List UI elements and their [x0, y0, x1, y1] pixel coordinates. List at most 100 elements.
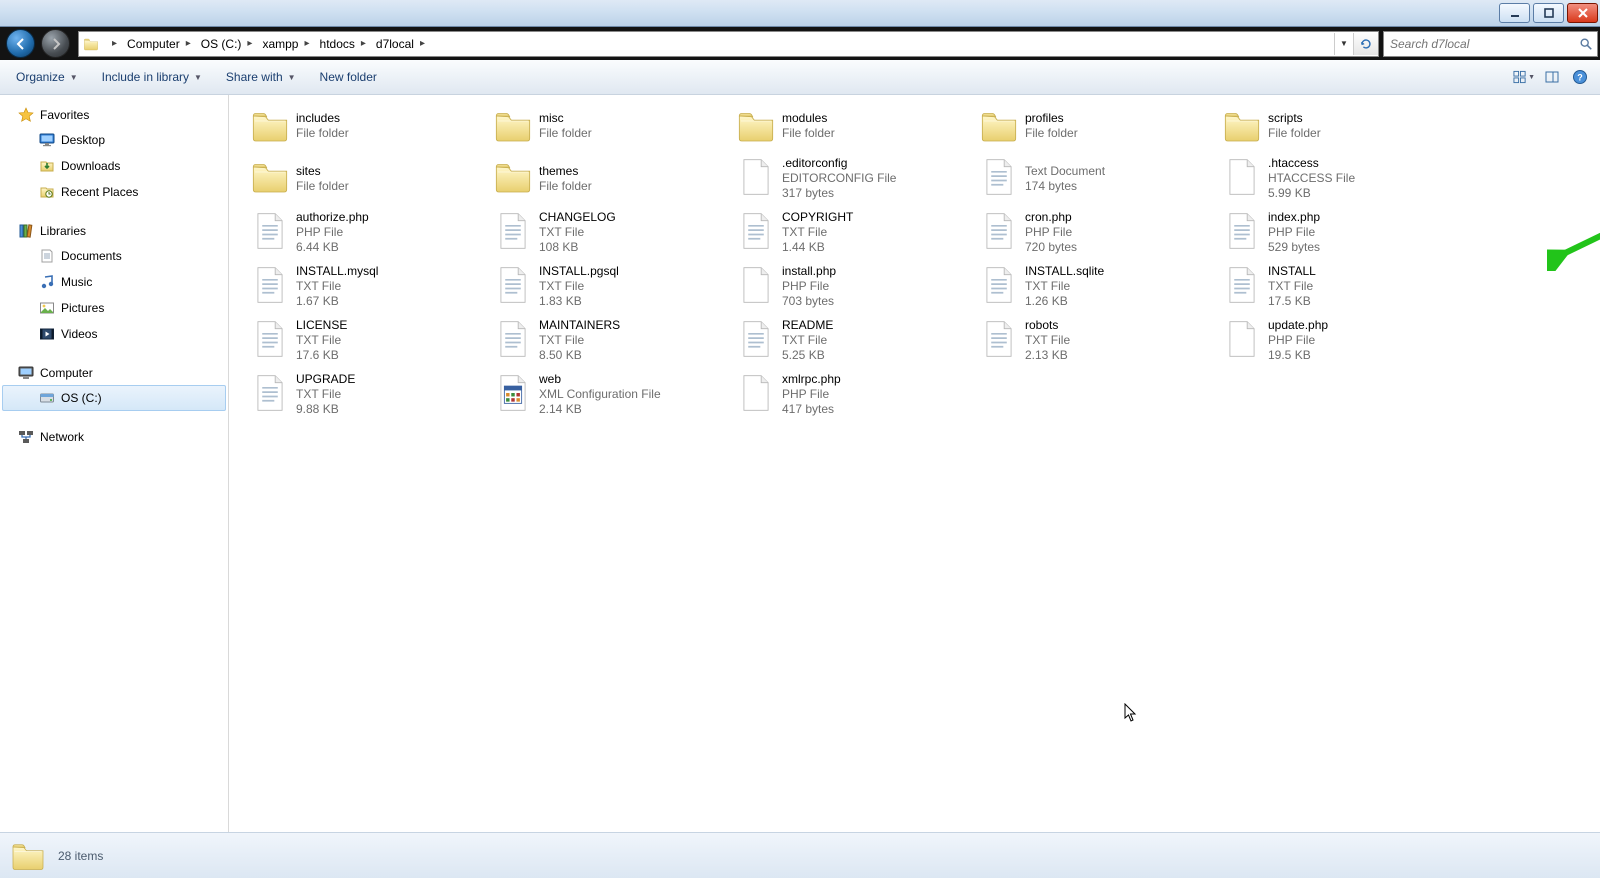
address-bar[interactable]: ▸ Computer▸ OS (C:)▸ xampp▸ htdocs▸ d7lo… [78, 31, 1379, 57]
sidebar-favorites-header[interactable]: Favorites [0, 103, 228, 127]
chevron-right-icon: ▸ [183, 38, 194, 49]
file-type: TXT File [782, 333, 833, 348]
back-button[interactable] [6, 29, 35, 58]
file-item[interactable]: xmlrpc.phpPHP File417 bytes [731, 368, 974, 421]
file-name: scripts [1268, 111, 1321, 126]
file-list[interactable]: includesFile foldermiscFile foldermodule… [229, 95, 1600, 832]
file-type: PHP File [296, 225, 369, 240]
file-size: 5.99 KB [1268, 186, 1355, 201]
library-icon [18, 223, 34, 239]
file-type: TXT File [539, 225, 616, 240]
close-button[interactable] [1567, 3, 1598, 23]
file-type: File folder [296, 126, 349, 141]
sidebar-item-desktop[interactable]: Desktop [2, 127, 226, 153]
search-icon[interactable] [1575, 37, 1597, 51]
file-size: 9.88 KB [296, 402, 355, 417]
folder-icon [250, 156, 290, 198]
folder-icon [1222, 105, 1262, 147]
file-item[interactable]: READMETXT File5.25 KB [731, 314, 974, 367]
file-type: TXT File [539, 333, 620, 348]
file-item[interactable]: Text Document174 bytes [974, 152, 1217, 205]
sidebar-item-os-c[interactable]: OS (C:) [2, 385, 226, 411]
file-item[interactable]: INSTALL.sqliteTXT File1.26 KB [974, 260, 1217, 313]
file-item[interactable]: modulesFile folder [731, 101, 974, 151]
file-type: TXT File [1025, 279, 1104, 294]
file-item[interactable]: LICENSETXT File17.6 KB [245, 314, 488, 367]
file-type: PHP File [1025, 225, 1077, 240]
drive-icon [39, 390, 55, 406]
search-input[interactable] [1384, 34, 1575, 54]
share-with-button[interactable]: Share with▼ [218, 65, 304, 89]
sidebar-item-pictures[interactable]: Pictures [2, 295, 226, 321]
sidebar-libraries-header[interactable]: Libraries [0, 219, 228, 243]
search-box[interactable] [1383, 31, 1598, 57]
file-type: PHP File [782, 387, 841, 402]
chevron-right-icon: ▸ [417, 38, 428, 49]
sidebar-item-music[interactable]: Music [2, 269, 226, 295]
file-icon [250, 264, 290, 306]
breadcrumb-computer[interactable]: Computer▸ [121, 32, 195, 56]
file-name: INSTALL.mysql [296, 264, 378, 279]
file-size: 2.14 KB [539, 402, 661, 417]
file-item[interactable]: install.phpPHP File703 bytes [731, 260, 974, 313]
file-icon [1222, 156, 1262, 198]
file-type: TXT File [296, 387, 355, 402]
file-item[interactable]: authorize.phpPHP File6.44 KB [245, 206, 488, 259]
sidebar-computer-header[interactable]: Computer [0, 361, 228, 385]
breadcrumb-d7local[interactable]: d7local▸ [370, 32, 429, 56]
file-item[interactable]: INSTALL.pgsqlTXT File1.83 KB [488, 260, 731, 313]
organize-button[interactable]: Organize▼ [8, 65, 86, 89]
file-item[interactable]: .editorconfigEDITORCONFIG File317 bytes [731, 152, 974, 205]
star-icon [18, 107, 34, 123]
file-type: HTACCESS File [1268, 171, 1355, 186]
file-item[interactable]: .htaccessHTACCESS File5.99 KB [1217, 152, 1460, 205]
file-item[interactable]: profilesFile folder [974, 101, 1217, 151]
refresh-button[interactable] [1353, 33, 1378, 55]
file-size: 1.26 KB [1025, 294, 1104, 309]
file-item[interactable]: INSTALL.mysqlTXT File1.67 KB [245, 260, 488, 313]
file-item[interactable]: update.phpPHP File19.5 KB [1217, 314, 1460, 367]
breadcrumb-drive[interactable]: OS (C:)▸ [195, 32, 257, 56]
breadcrumb-htdocs[interactable]: htdocs▸ [314, 32, 370, 56]
file-name: authorize.php [296, 210, 369, 225]
maximize-button[interactable] [1533, 3, 1564, 23]
file-item[interactable]: scriptsFile folder [1217, 101, 1460, 151]
address-history-button[interactable]: ▼ [1334, 33, 1353, 55]
file-item[interactable]: includesFile folder [245, 101, 488, 151]
file-item[interactable]: themesFile folder [488, 152, 731, 205]
computer-icon [18, 365, 34, 381]
forward-button[interactable] [41, 29, 70, 58]
file-item[interactable]: robotsTXT File2.13 KB [974, 314, 1217, 367]
file-item[interactable]: miscFile folder [488, 101, 731, 151]
sidebar-item-downloads[interactable]: Downloads [2, 153, 226, 179]
help-button[interactable] [1568, 65, 1592, 89]
breadcrumb-xampp[interactable]: xampp▸ [256, 32, 313, 56]
file-name: includes [296, 111, 349, 126]
file-item[interactable]: index.phpPHP File529 bytes [1217, 206, 1460, 259]
sidebar-item-documents[interactable]: Documents [2, 243, 226, 269]
chevron-down-icon: ▼ [288, 73, 296, 82]
file-item[interactable]: cron.phpPHP File720 bytes [974, 206, 1217, 259]
sidebar-item-recent-places[interactable]: Recent Places [2, 179, 226, 205]
cursor-icon [1124, 703, 1138, 723]
file-size: 317 bytes [782, 186, 896, 201]
sidebar-item-videos[interactable]: Videos [2, 321, 226, 347]
sidebar-network-header[interactable]: Network [0, 425, 228, 449]
file-item[interactable]: webXML Configuration File2.14 KB [488, 368, 731, 421]
new-folder-button[interactable]: New folder [312, 65, 385, 89]
file-item[interactable]: INSTALLTXT File17.5 KB [1217, 260, 1460, 313]
minimize-button[interactable] [1499, 3, 1530, 23]
file-item[interactable]: sitesFile folder [245, 152, 488, 205]
include-in-library-button[interactable]: Include in library▼ [94, 65, 210, 89]
music-icon [39, 274, 55, 290]
file-icon [1222, 264, 1262, 306]
file-item[interactable]: CHANGELOGTXT File108 KB [488, 206, 731, 259]
file-item[interactable]: MAINTAINERSTXT File8.50 KB [488, 314, 731, 367]
file-item[interactable]: UPGRADETXT File9.88 KB [245, 368, 488, 421]
file-icon [979, 210, 1019, 252]
file-item[interactable]: COPYRIGHTTXT File1.44 KB [731, 206, 974, 259]
change-view-button[interactable]: ▼ [1512, 65, 1536, 89]
preview-pane-button[interactable] [1540, 65, 1564, 89]
breadcrumb-sep[interactable]: ▸ [103, 32, 121, 56]
file-size: 1.67 KB [296, 294, 378, 309]
